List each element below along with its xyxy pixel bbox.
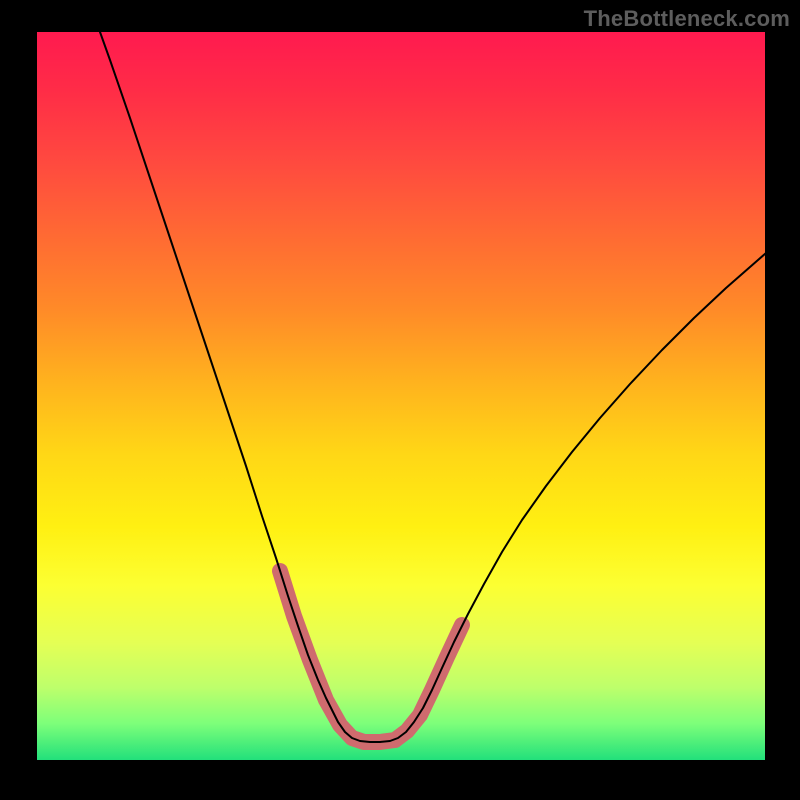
watermark-text: TheBottleneck.com <box>584 6 790 32</box>
chart-stage: TheBottleneck.com <box>0 0 800 800</box>
chart-gradient-background <box>37 32 765 760</box>
